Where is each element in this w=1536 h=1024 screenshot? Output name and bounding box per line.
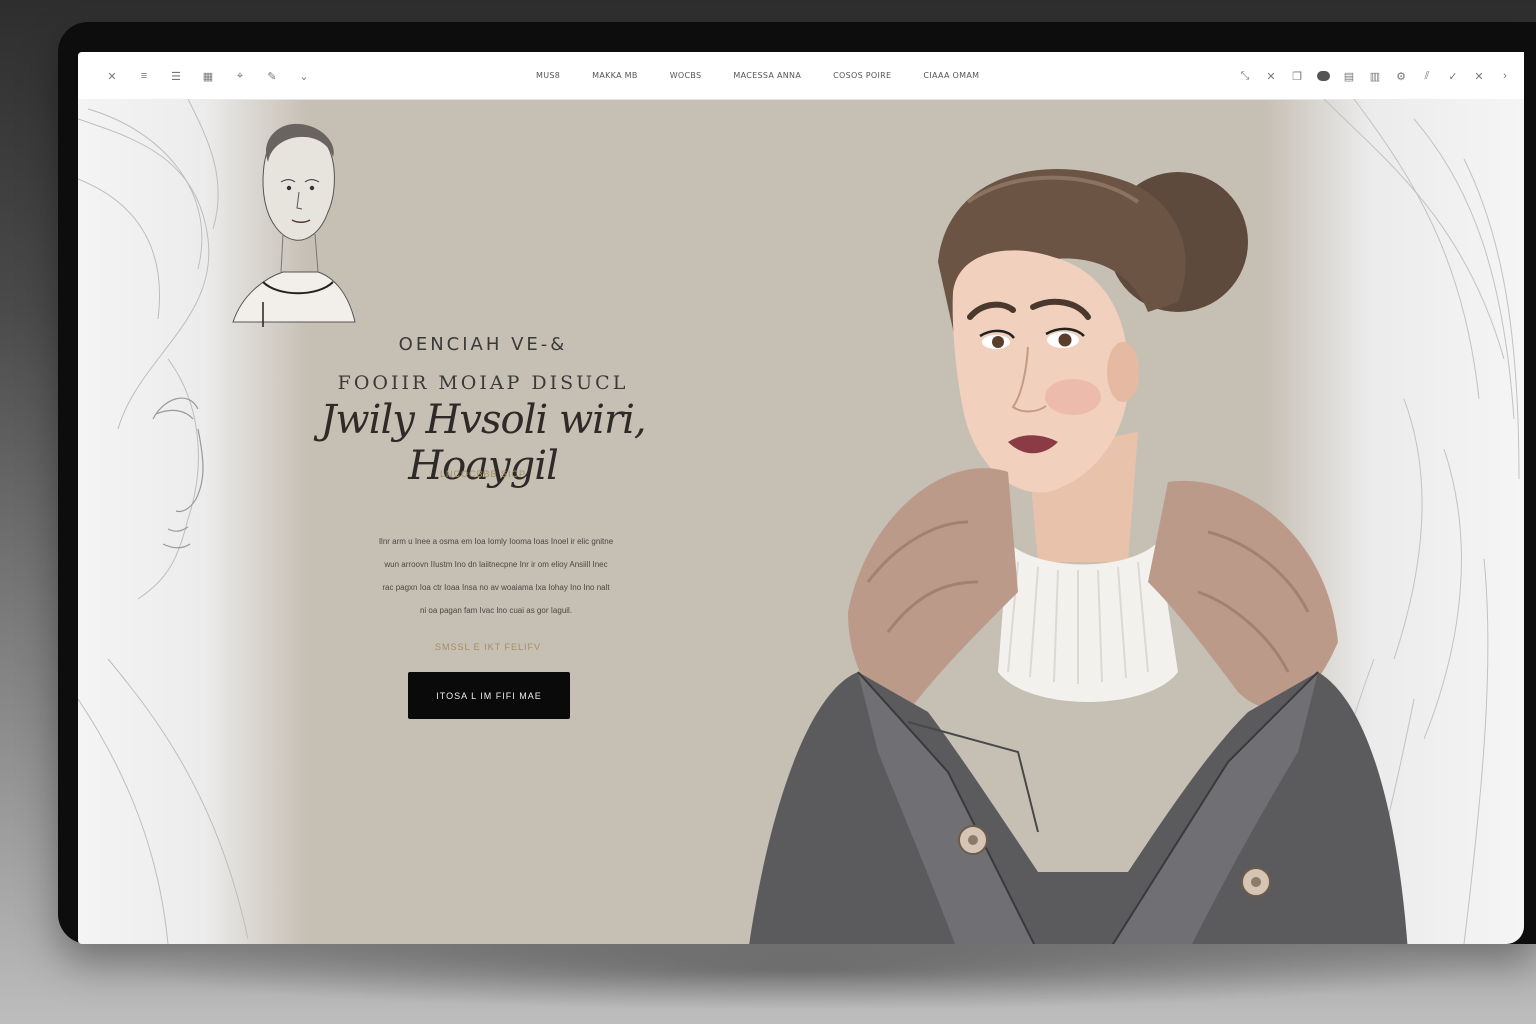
edit-icon[interactable]: ✎ (256, 66, 288, 86)
chevron-down-icon[interactable]: ⌄ (288, 66, 320, 86)
portrait-sketch (223, 122, 363, 342)
hero-price: SMSSL E IKT FELIFV (434, 642, 542, 652)
user-icon[interactable] (1310, 66, 1336, 86)
close-icon[interactable]: ✕ (1258, 66, 1284, 86)
grid-icon[interactable]: ▦ (192, 66, 224, 86)
chevron-right-icon[interactable]: › (1492, 66, 1518, 86)
body-line: ni oa pagan fam Ivac lno cuai as gor Iag… (419, 606, 573, 615)
nav-link-1[interactable]: MUS8 (536, 71, 560, 80)
shop-now-button[interactable]: ITOSA L IM FIFI MAE (408, 672, 570, 719)
body-line: Ilnr arm u Inee a osma em Ioa Iomly Ioom… (378, 537, 614, 546)
browser-screen: ✕ ≡ ☰ ▦ ⌖ ✎ ⌄ MUS8 MAKKA MB WOCBS MACESS… (78, 52, 1524, 944)
nav-left-icons: ✕ ≡ ☰ ▦ ⌖ ✎ ⌄ (96, 66, 320, 86)
table-icon[interactable]: ▤ (1336, 66, 1362, 86)
close-icon[interactable]: ✕ (96, 66, 128, 86)
nav-link-3[interactable]: WOCBS (670, 71, 702, 80)
hero-kicker: LNCOCBBB SICP (439, 469, 527, 479)
nav-link-4[interactable]: MACESSA ANNA (733, 71, 801, 80)
hero-eyebrow: OENCIAH VE-& (398, 334, 568, 355)
nav-link-2[interactable]: MAKKA MB (592, 71, 638, 80)
bar-chart-icon[interactable]: ▥ (1362, 66, 1388, 86)
hero-headline: FOOIIR MOIAP DISUCL (337, 372, 629, 394)
body-line: rac pagxn Ioa ctr Ioaa Insa no av woaiam… (382, 583, 610, 592)
nav-links: MUS8 MAKKA MB WOCBS MACESSA ANNA COSOS P… (536, 52, 1011, 99)
expand-icon[interactable]: ⤡ (1232, 66, 1258, 86)
avatar (1316, 71, 1330, 81)
hero-model-image (708, 112, 1428, 944)
nav-link-5[interactable]: COSOS POIRE (833, 71, 891, 80)
body-line: wun arroovn IIustm Ino dn laiitnecpne In… (384, 560, 608, 569)
pin-icon[interactable]: ⌖ (224, 66, 256, 86)
copy-icon[interactable]: ❐ (1284, 66, 1310, 86)
check-icon[interactable]: ✓ (1440, 66, 1466, 86)
menu-icon[interactable]: ☰ (160, 66, 192, 86)
nav-right-icons: ⤡ ✕ ❐ ▤ ▥ ⚙ ⫽ ✓ ✕ › (1232, 66, 1518, 86)
hero-body-copy: Ilnr arm u Inee a osma em Ioa Iomly Ioom… (326, 530, 666, 622)
filter-icon[interactable]: ⫽ (1414, 66, 1440, 86)
close-icon[interactable]: ✕ (1466, 66, 1492, 86)
nav-link-6[interactable]: CIAAA OMAM (923, 71, 979, 80)
settings-icon[interactable]: ⚙ (1388, 66, 1414, 86)
list-icon[interactable]: ≡ (128, 66, 160, 86)
top-nav-bar: ✕ ≡ ☰ ▦ ⌖ ✎ ⌄ MUS8 MAKKA MB WOCBS MACESS… (78, 52, 1524, 100)
